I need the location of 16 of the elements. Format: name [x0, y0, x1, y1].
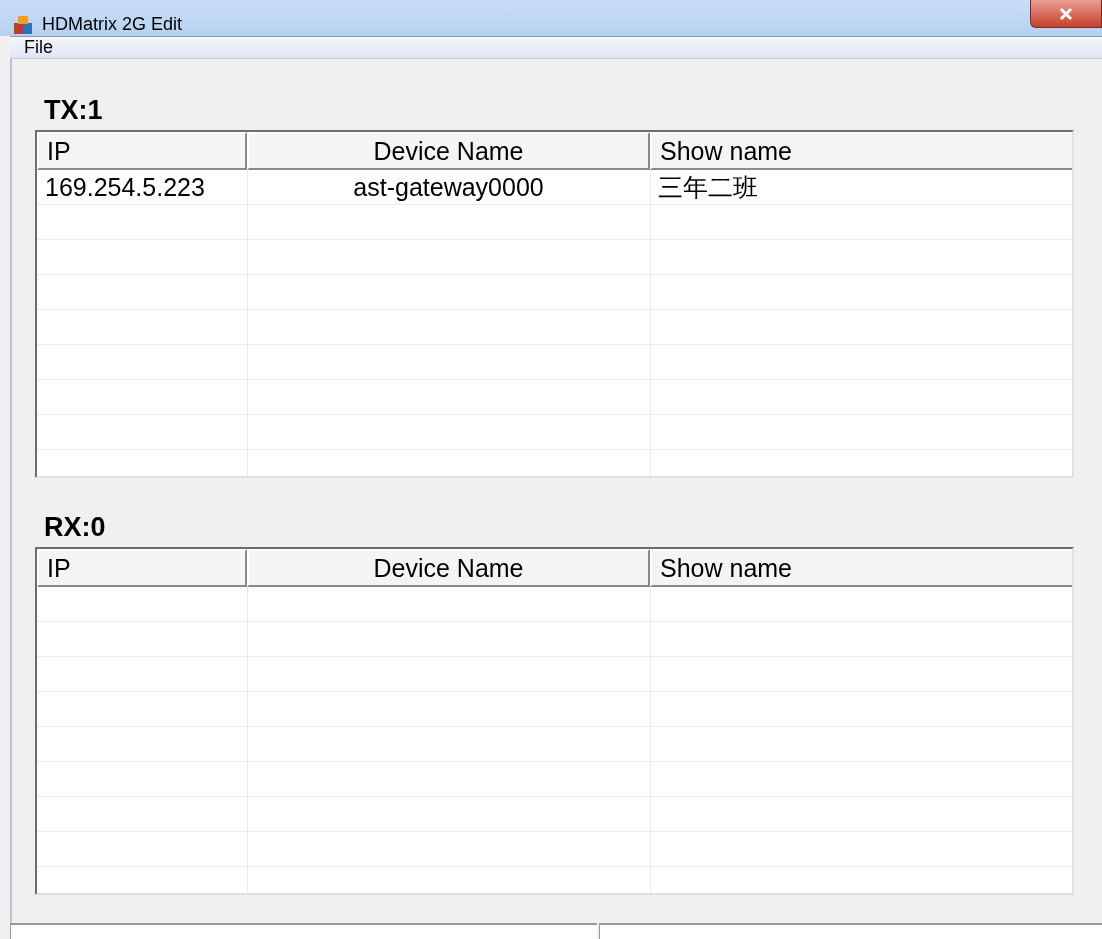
table-cell-text: 169.254.5.223 [44, 172, 206, 203]
table-cell-text: ast-gateway0000 [352, 172, 545, 203]
app-icon [12, 14, 34, 36]
close-button[interactable] [1030, 0, 1102, 28]
window-title: HDMatrix 2G Edit [42, 14, 183, 35]
column-header[interactable]: Show name [650, 549, 1072, 587]
menu-item[interactable]: File [24, 37, 53, 58]
column-header[interactable]: Device Name [247, 549, 650, 587]
section-heading: TX:1 [44, 95, 104, 126]
column-header[interactable]: Device Name [247, 132, 650, 170]
column-header[interactable]: IP [37, 549, 247, 587]
close-icon [1059, 6, 1073, 21]
table-cell-text: 三年二班 [657, 172, 759, 203]
column-header[interactable]: Show name [650, 132, 1072, 170]
column-header[interactable]: IP [37, 132, 247, 170]
section-heading: RX:0 [44, 512, 107, 543]
